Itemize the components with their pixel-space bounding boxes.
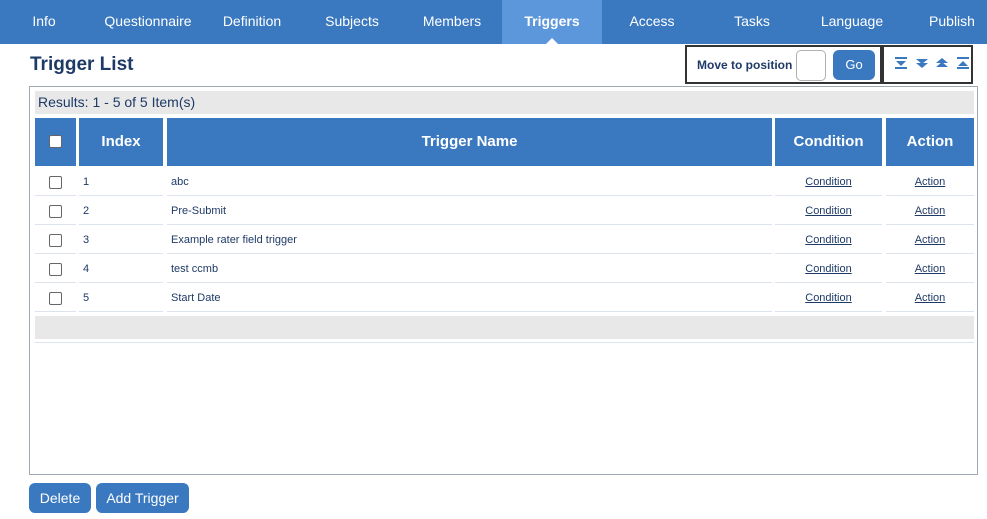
tab-language[interactable]: Language <box>802 0 902 44</box>
action-link[interactable]: Action <box>915 234 946 246</box>
row-trigger-name: abc <box>167 168 772 196</box>
condition-link[interactable]: Condition <box>805 263 851 275</box>
condition-link[interactable]: Condition <box>805 176 851 188</box>
tab-publish[interactable]: Publish <box>902 0 987 44</box>
header-action: Action <box>886 118 974 166</box>
condition-link[interactable]: Condition <box>805 205 851 217</box>
header-select-all <box>35 118 76 166</box>
header-condition: Condition <box>775 118 882 166</box>
top-nav: Info Questionnaire Definition Subjects M… <box>0 0 987 44</box>
table-footer-bar <box>35 316 974 339</box>
row-trigger-name: Pre-Submit <box>167 197 772 225</box>
table-row: 2 Pre-Submit Condition Action <box>35 197 974 226</box>
row-trigger-name: test ccmb <box>167 255 772 283</box>
row-select-cell <box>35 168 76 196</box>
tab-questionnaire[interactable]: Questionnaire <box>88 0 208 44</box>
row-index: 1 <box>79 168 163 196</box>
row-condition-cell: Condition <box>775 168 882 196</box>
move-bottom-icon[interactable] <box>956 56 970 70</box>
move-to-position-box: Move to position Go <box>685 45 882 84</box>
row-action-cell: Action <box>886 226 974 254</box>
row-condition-cell: Condition <box>775 197 882 225</box>
action-link[interactable]: Action <box>915 176 946 188</box>
tab-subjects[interactable]: Subjects <box>296 0 408 44</box>
row-checkbox[interactable] <box>49 176 62 189</box>
row-condition-cell: Condition <box>775 255 882 283</box>
row-index: 3 <box>79 226 163 254</box>
row-select-cell <box>35 197 76 225</box>
table-row: 3 Example rater field trigger Condition … <box>35 226 974 255</box>
row-checkbox[interactable] <box>49 234 62 247</box>
row-action-cell: Action <box>886 284 974 312</box>
reorder-controls <box>882 45 973 84</box>
row-condition-cell: Condition <box>775 226 882 254</box>
row-action-cell: Action <box>886 197 974 225</box>
divider <box>35 342 974 343</box>
table-row: 1 abc Condition Action <box>35 168 974 197</box>
action-link[interactable]: Action <box>915 292 946 304</box>
row-checkbox[interactable] <box>49 263 62 276</box>
tab-tasks[interactable]: Tasks <box>702 0 802 44</box>
condition-link[interactable]: Condition <box>805 292 851 304</box>
action-link[interactable]: Action <box>915 263 946 275</box>
row-checkbox[interactable] <box>49 292 62 305</box>
row-condition-cell: Condition <box>775 284 882 312</box>
delete-button[interactable]: Delete <box>29 483 91 513</box>
move-top-icon[interactable] <box>894 56 908 70</box>
move-up-icon[interactable] <box>935 56 949 70</box>
row-action-cell: Action <box>886 168 974 196</box>
row-index: 4 <box>79 255 163 283</box>
results-summary: Results: 1 - 5 of 5 Item(s) <box>35 91 974 114</box>
tab-triggers[interactable]: Triggers <box>502 0 602 44</box>
page-title: Trigger List <box>30 54 134 75</box>
header-trigger-name[interactable]: Trigger Name <box>167 118 772 166</box>
row-index: 2 <box>79 197 163 225</box>
row-select-cell <box>35 255 76 283</box>
select-all-checkbox[interactable] <box>49 135 62 148</box>
go-button[interactable]: Go <box>833 50 875 80</box>
tab-members[interactable]: Members <box>408 0 496 44</box>
trigger-list-panel: Results: 1 - 5 of 5 Item(s) Index Trigge… <box>29 86 978 475</box>
row-index: 5 <box>79 284 163 312</box>
condition-link[interactable]: Condition <box>805 234 851 246</box>
tab-info[interactable]: Info <box>0 0 88 44</box>
add-trigger-button[interactable]: Add Trigger <box>96 483 189 513</box>
row-action-cell: Action <box>886 255 974 283</box>
row-trigger-name: Example rater field trigger <box>167 226 772 254</box>
row-select-cell <box>35 226 76 254</box>
tab-definition[interactable]: Definition <box>208 0 296 44</box>
tab-access[interactable]: Access <box>602 0 702 44</box>
table-row: 5 Start Date Condition Action <box>35 284 974 313</box>
move-label: Move to position <box>697 58 793 72</box>
move-down-icon[interactable] <box>915 56 929 70</box>
header-index[interactable]: Index <box>79 118 163 166</box>
action-link[interactable]: Action <box>915 205 946 217</box>
position-input[interactable] <box>796 50 826 81</box>
row-select-cell <box>35 284 76 312</box>
table-row: 4 test ccmb Condition Action <box>35 255 974 284</box>
row-checkbox[interactable] <box>49 205 62 218</box>
row-trigger-name: Start Date <box>167 284 772 312</box>
